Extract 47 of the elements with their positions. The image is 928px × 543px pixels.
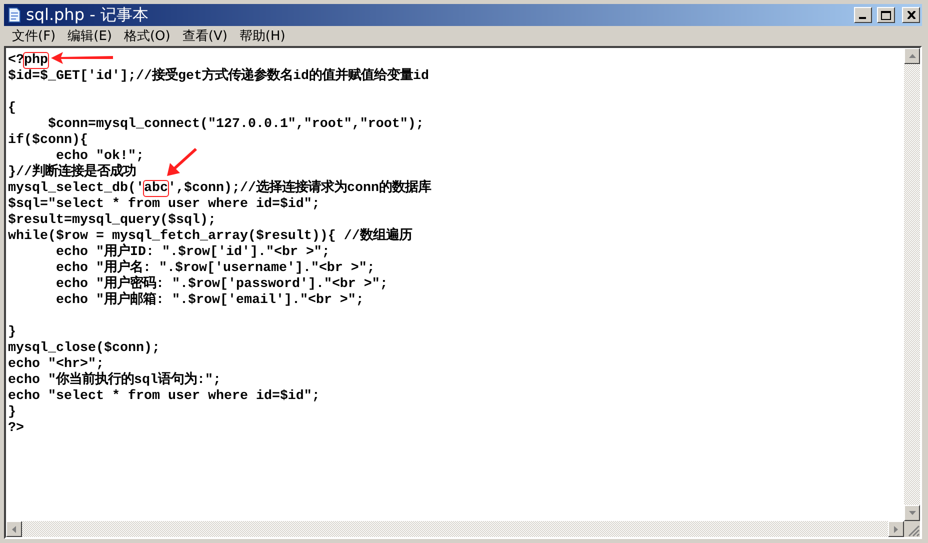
- menu-item[interactable]: 编辑(E): [64, 27, 120, 45]
- window-title: sql.php - 记事本: [26, 4, 150, 26]
- annotation-arrow: [167, 148, 197, 176]
- left-arrow-icon: [12, 526, 16, 532]
- minimize-button[interactable]: [854, 7, 872, 23]
- right-arrow-icon: [894, 526, 898, 532]
- notepad-icon: [6, 7, 22, 23]
- code-line: while($row = mysql_fetch_array($result)){ //数组遍历: [8, 229, 412, 244]
- code-line: echo "ok!";: [56, 149, 144, 164]
- code-line: echo "你当前执行的sql语句为:";: [8, 373, 221, 389]
- scroll-down-button[interactable]: [904, 505, 920, 521]
- code-line: echo "用户ID: ".$row['id']."<br >";: [54, 245, 330, 260]
- code-line: }//判断连接是否成功: [8, 165, 136, 181]
- annotation-arrow: [51, 52, 113, 64]
- code-line: echo "用户邮箱: ".$row['email']."<br >";: [54, 293, 364, 309]
- code-line: }: [8, 405, 16, 421]
- close-icon: [906, 11, 916, 19]
- code-line: $sql="select * from user where id=$id";: [8, 197, 320, 213]
- code-line: if($conn){: [8, 133, 88, 149]
- close-button[interactable]: [902, 7, 920, 23]
- maximize-button[interactable]: [877, 7, 895, 23]
- scroll-left-button[interactable]: [6, 521, 22, 537]
- code-line: mysql_close($conn);: [8, 341, 160, 357]
- menu-item[interactable]: 查看(V): [178, 27, 236, 45]
- code-line: echo "用户密码: ".$row['password']."<br >";: [54, 277, 388, 292]
- maximize-icon: [881, 10, 891, 20]
- up-arrow-icon: [908, 54, 916, 58]
- down-arrow-icon: [908, 511, 916, 515]
- menu-item[interactable]: 帮助(H): [235, 27, 294, 45]
- code-line: echo "select * from user where id=$id";: [8, 389, 320, 405]
- text-area[interactable]: [6, 48, 904, 521]
- code-line: $conn=mysql_connect("127.0.0.1","root","root");: [46, 117, 424, 133]
- code-line: <?php: [8, 53, 48, 69]
- code-line: mysql_select_db('abc',$conn);//选择连接请求为conn的数据库: [8, 181, 431, 197]
- code-line: echo "用户名: ".$row['username']."<br >";: [54, 261, 375, 276]
- code-line: $id=$_GET['id'];//接受get方式传递参数名id的值并赋值给变量id: [8, 69, 429, 85]
- horizontal-scrollbar[interactable]: [6, 521, 904, 537]
- vertical-scrollbar[interactable]: [904, 48, 920, 521]
- menu-item[interactable]: 格式(O): [120, 27, 178, 45]
- code-line: echo "<hr>";: [8, 357, 104, 372]
- scroll-right-button[interactable]: [888, 521, 904, 537]
- scroll-up-button[interactable]: [904, 48, 920, 64]
- code-line: $result=mysql_query($sql);: [8, 213, 216, 229]
- code-line: {: [8, 101, 16, 117]
- code-line: }: [8, 325, 16, 341]
- menu-item[interactable]: 文件(F): [8, 27, 64, 45]
- code-line: ?>: [8, 421, 24, 437]
